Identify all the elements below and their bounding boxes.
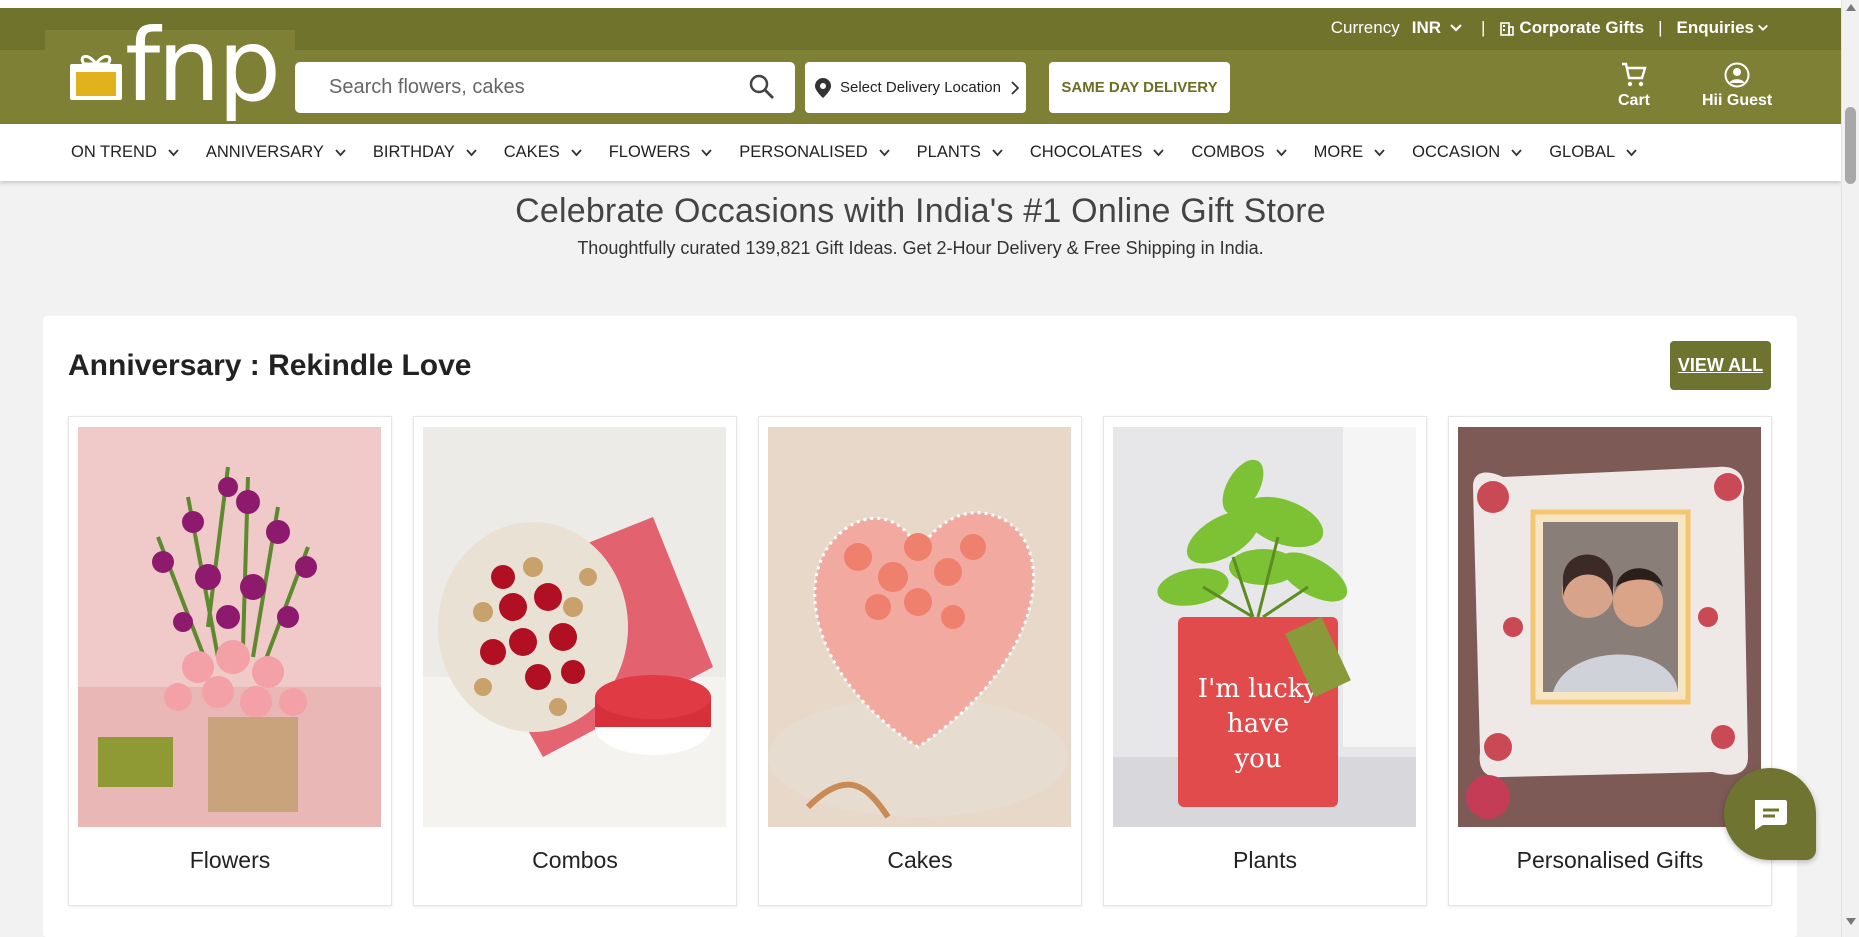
- product-card-cakes[interactable]: Cakes: [758, 416, 1082, 906]
- chevron-down-icon: [992, 148, 1003, 156]
- card-label: Cakes: [887, 847, 953, 873]
- search-input[interactable]: [295, 62, 735, 113]
- chevron-down-icon[interactable]: [1757, 22, 1769, 34]
- card-label: Flowers: [189, 847, 271, 873]
- card-label: Combos: [532, 847, 618, 873]
- logo-text: fnp: [125, 7, 281, 124]
- delivery-location-label: Select Delivery Location: [840, 79, 1001, 96]
- plants-image: I'm lucky have you: [1113, 427, 1416, 827]
- view-all-button[interactable]: VIEW ALL: [1670, 341, 1771, 390]
- svg-text:I'm lucky: I'm lucky: [1198, 674, 1319, 704]
- nav-item-chocolates[interactable]: CHOCOLATES: [1030, 143, 1164, 162]
- page-scrollbar[interactable]: [1841, 0, 1859, 937]
- nav-item-flowers[interactable]: FLOWERS: [609, 143, 713, 162]
- chevron-down-icon: [1374, 148, 1385, 156]
- currency-selector[interactable]: INR: [1412, 18, 1441, 38]
- chevron-down-icon: [466, 148, 477, 156]
- nav-item-global[interactable]: GLOBAL: [1549, 143, 1637, 162]
- hero-subtitle: Thoughtfully curated 139,821 Gift Ideas.…: [577, 238, 1264, 258]
- combos-image: [423, 427, 726, 827]
- chevron-down-icon: [879, 148, 890, 156]
- guest-label: Hii Guest: [1702, 92, 1773, 109]
- search-icon[interactable]: [749, 74, 775, 100]
- chevron-down-icon: [1511, 148, 1522, 156]
- chevron-down-icon: [571, 148, 582, 156]
- cart-icon: [1622, 62, 1647, 87]
- hero-title: Celebrate Occasions with India's #1 Onli…: [515, 192, 1326, 230]
- svg-text:you: you: [1233, 744, 1281, 774]
- account-button[interactable]: Hii Guest: [1702, 62, 1772, 110]
- svg-text:have: have: [1227, 709, 1289, 739]
- chevron-right-icon: [1011, 80, 1020, 95]
- delivery-location-button[interactable]: Select Delivery Location: [805, 62, 1026, 113]
- separator: |: [1658, 18, 1663, 37]
- product-card-flowers[interactable]: Flowers: [68, 416, 392, 906]
- section-title: Anniversary : Rekindle Love: [68, 349, 472, 382]
- currency-label: Currency: [1330, 18, 1400, 37]
- chevron-down-icon[interactable]: [1449, 21, 1463, 35]
- logo[interactable]: fnp: [45, 16, 295, 124]
- chat-icon: [1755, 800, 1787, 830]
- gift-box-icon: [70, 55, 122, 100]
- utility-links: Currency INR | Corporate Gifts | Enquiri…: [1331, 18, 1773, 38]
- nav-item-combos[interactable]: COMBOS: [1191, 143, 1287, 162]
- nav-item-birthday[interactable]: BIRTHDAY: [373, 143, 477, 162]
- chevron-down-icon: [168, 148, 179, 156]
- nav-item-plants[interactable]: PLANTS: [917, 143, 1003, 162]
- location-pin-icon: [815, 77, 831, 98]
- chevron-down-icon: [1626, 148, 1637, 156]
- chat-widget-button[interactable]: [1724, 768, 1816, 860]
- building-icon: [1500, 22, 1515, 36]
- user-icon: [1724, 62, 1750, 88]
- product-card-combos[interactable]: Combos: [413, 416, 737, 906]
- card-label: Plants: [1233, 847, 1297, 873]
- enquiries-link[interactable]: Enquiries: [1677, 18, 1754, 38]
- anniversary-section: Anniversary : Rekindle Love VIEW ALL Flo…: [43, 316, 1797, 937]
- main-nav: ON TREND ANNIVERSARY BIRTHDAY CAKES FLOW…: [0, 124, 1841, 181]
- nav-item-on-trend[interactable]: ON TREND: [71, 143, 179, 162]
- nav-item-occasion[interactable]: OCCASION: [1412, 143, 1522, 162]
- cart-label: Cart: [1618, 92, 1651, 109]
- nav-item-cakes[interactable]: CAKES: [504, 143, 582, 162]
- nav-item-anniversary[interactable]: ANNIVERSARY: [206, 143, 346, 162]
- product-card-personalised-gifts[interactable]: Personalised Gifts: [1448, 416, 1772, 906]
- cakes-image: [768, 427, 1071, 827]
- search-bar: [295, 62, 795, 113]
- scroll-down-arrow-icon[interactable]: [1846, 918, 1856, 925]
- personalised-gifts-image: [1458, 427, 1761, 827]
- separator: |: [1481, 18, 1486, 37]
- chevron-down-icon: [701, 148, 712, 156]
- scrollbar-thumb[interactable]: [1845, 107, 1856, 184]
- cart-button[interactable]: Cart: [1618, 62, 1650, 110]
- nav-item-more[interactable]: MORE: [1314, 143, 1386, 162]
- nav-item-personalised[interactable]: PERSONALISED: [739, 143, 890, 162]
- chevron-down-icon: [335, 148, 346, 156]
- product-card-plants[interactable]: I'm lucky have you Plants: [1103, 416, 1427, 906]
- corporate-gifts-link[interactable]: Corporate Gifts: [1519, 18, 1644, 38]
- chevron-down-icon: [1153, 148, 1164, 156]
- chevron-down-icon: [1276, 148, 1287, 156]
- flowers-image: [78, 427, 381, 827]
- card-label: Personalised Gifts: [1516, 847, 1704, 873]
- same-day-delivery-button[interactable]: SAME DAY DELIVERY: [1049, 62, 1230, 113]
- scroll-up-arrow-icon[interactable]: [1846, 4, 1856, 11]
